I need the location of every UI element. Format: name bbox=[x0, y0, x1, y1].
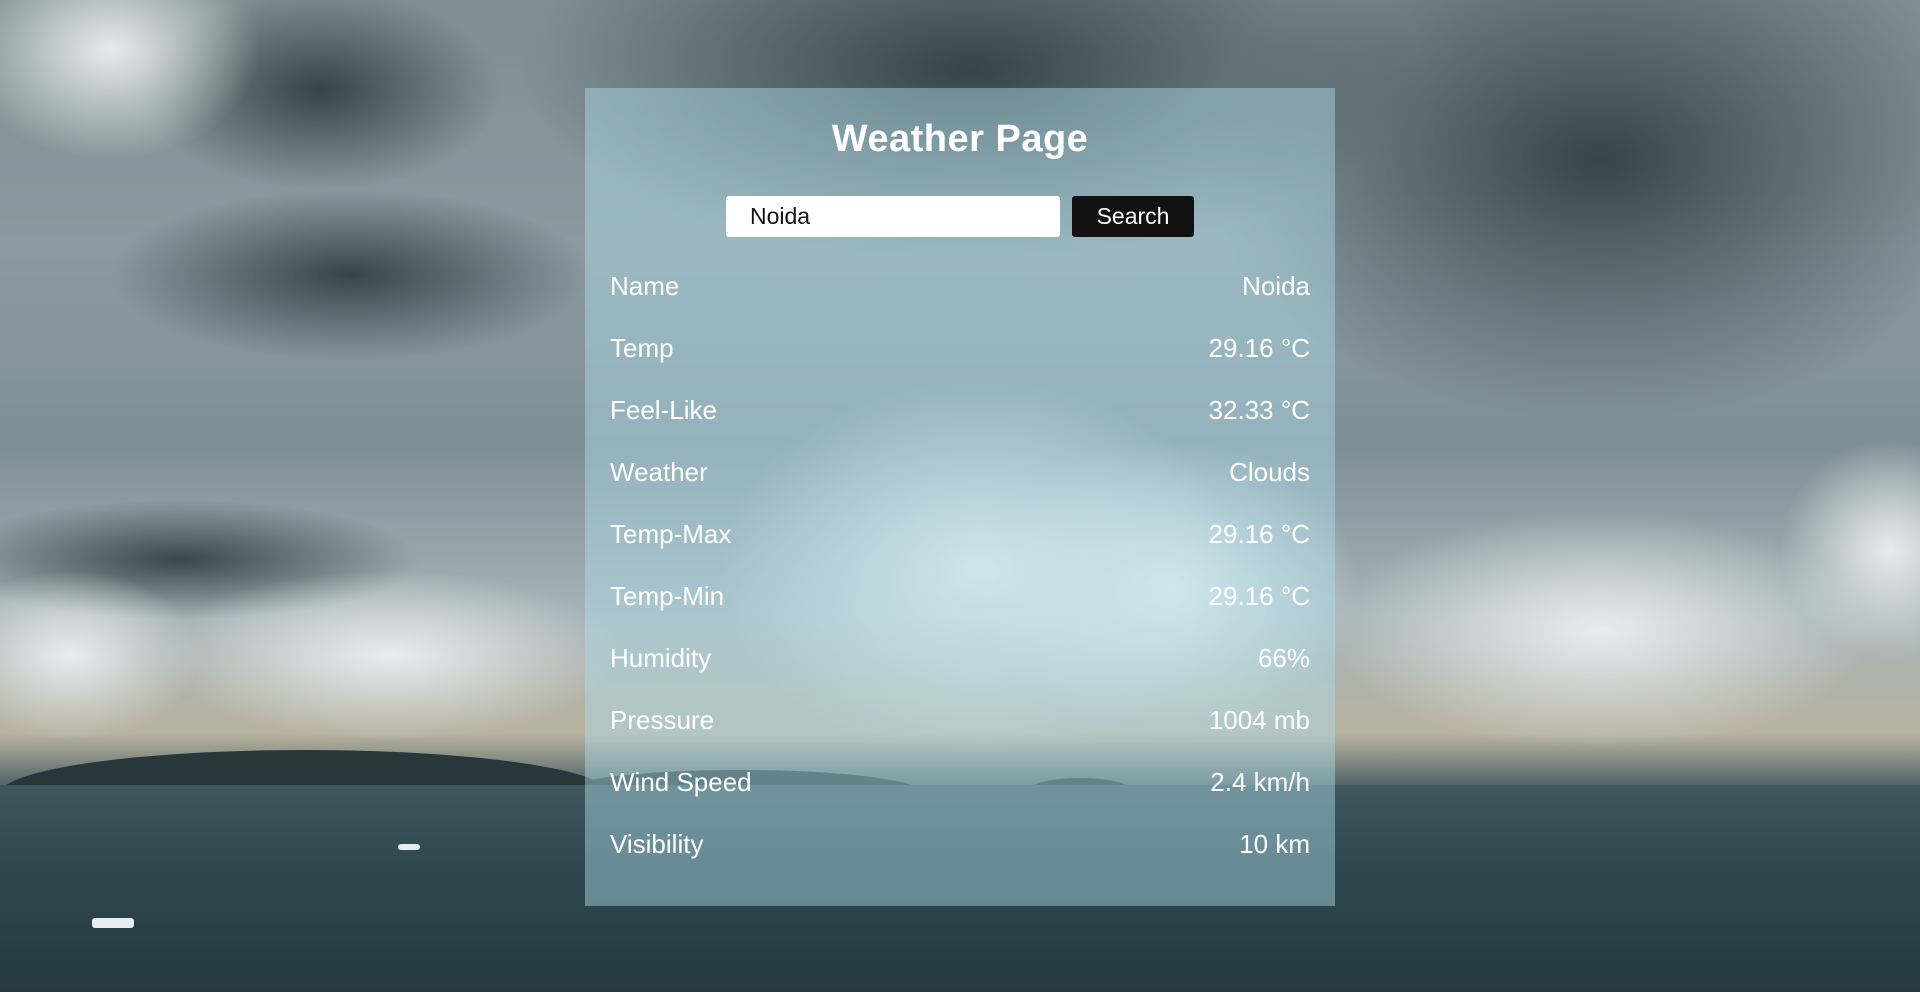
row-label: Pressure bbox=[610, 704, 715, 735]
row-label: Visibility bbox=[610, 828, 704, 859]
weather-row-name: Name Noida bbox=[610, 255, 1310, 317]
weather-row-visibility: Visibility 10 km bbox=[610, 813, 1310, 875]
row-label: Feel-Like bbox=[610, 394, 717, 425]
row-label: Humidity bbox=[610, 642, 712, 673]
row-value: 10 km bbox=[1239, 828, 1310, 859]
search-button[interactable]: Search bbox=[1072, 196, 1194, 237]
page-title: Weather Page bbox=[831, 118, 1089, 160]
row-value: 29.16 °C bbox=[1208, 580, 1310, 611]
row-label: Weather bbox=[610, 456, 708, 487]
row-value: Clouds bbox=[1229, 456, 1310, 487]
row-value: 66% bbox=[1257, 642, 1310, 673]
row-value: Noida bbox=[1242, 270, 1310, 301]
weather-row-feels-like: Feel-Like 32.33 °C bbox=[610, 379, 1310, 441]
weather-details: Name Noida Temp 29.16 °C Feel-Like 32.33… bbox=[610, 255, 1310, 875]
weather-row-temp-max: Temp-Max 29.16 °C bbox=[610, 503, 1310, 565]
weather-row-humidity: Humidity 66% bbox=[610, 627, 1310, 689]
search-input[interactable] bbox=[726, 196, 1060, 237]
search-bar: Search bbox=[610, 196, 1310, 237]
row-value: 1004 mb bbox=[1208, 704, 1310, 735]
weather-row-wind-speed: Wind Speed 2.4 km/h bbox=[610, 751, 1310, 813]
row-value: 29.16 °C bbox=[1208, 332, 1310, 363]
row-label: Name bbox=[610, 270, 680, 301]
row-value: 2.4 km/h bbox=[1210, 766, 1310, 797]
weather-row-temp-min: Temp-Min 29.16 °C bbox=[610, 565, 1310, 627]
row-label: Temp bbox=[610, 332, 674, 363]
row-label: Temp-Min bbox=[610, 580, 725, 611]
weather-row-temp: Temp 29.16 °C bbox=[610, 317, 1310, 379]
weather-row-pressure: Pressure 1004 mb bbox=[610, 689, 1310, 751]
row-value: 32.33 °C bbox=[1208, 394, 1310, 425]
weather-row-weather: Weather Clouds bbox=[610, 441, 1310, 503]
row-label: Wind Speed bbox=[610, 766, 752, 797]
row-value: 29.16 °C bbox=[1208, 518, 1310, 549]
weather-panel: Weather Page Search Name Noida Temp 29.1… bbox=[585, 88, 1335, 906]
row-label: Temp-Max bbox=[610, 518, 732, 549]
